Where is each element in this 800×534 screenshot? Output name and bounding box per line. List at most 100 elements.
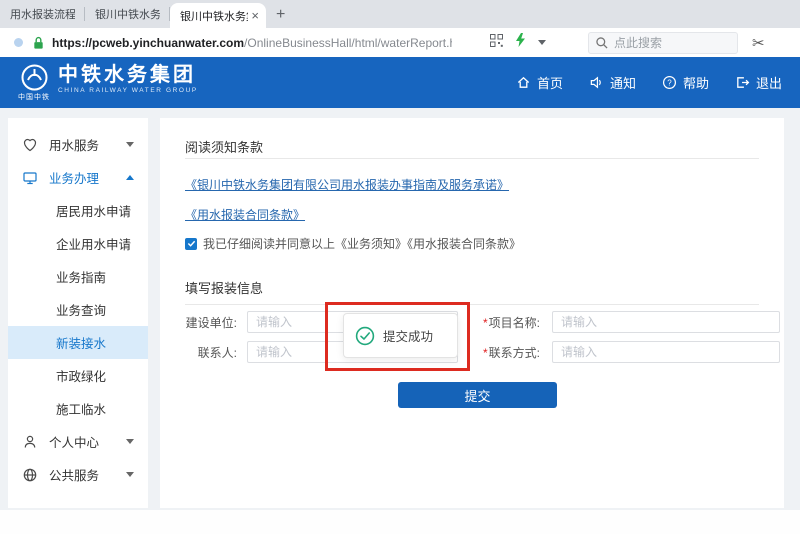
chevron-down-icon[interactable]: [538, 40, 546, 45]
toast-message: 提交成功: [383, 326, 433, 345]
url-input[interactable]: https://pcweb.yinchuanwater.com/OnlineBu…: [52, 36, 452, 50]
check-circle-icon: [355, 326, 375, 346]
sidebar-item-business-handling[interactable]: 业务办理: [8, 161, 148, 194]
agree-text: 我已仔细阅读并同意以上《业务须知》《用水报装合同条款》: [203, 235, 521, 252]
heart-icon: [22, 137, 38, 153]
url-path: /OnlineBusinessHall/html/waterReport.htm…: [244, 36, 452, 50]
monitor-icon: [22, 170, 38, 186]
sidebar-item-enterprise-water-apply[interactable]: 企业用水申请: [8, 227, 148, 260]
company-logo: 中国中铁 中铁水务集团 CHINA RAILWAY WATER GROUP: [18, 64, 198, 102]
sidebar-item-personal-center[interactable]: 个人中心: [8, 425, 148, 458]
sidebar-label: 企业用水申请: [56, 234, 131, 253]
agree-checkbox[interactable]: [185, 238, 197, 250]
page-bottom: [0, 510, 800, 534]
sidebar-label: 个人中心: [49, 432, 126, 451]
crec-emblem: 中国中铁: [18, 64, 50, 102]
project-name-input[interactable]: [552, 311, 780, 333]
screenshot-scissors-icon[interactable]: ✂: [752, 34, 765, 52]
sidebar-label: 公共服务: [49, 465, 126, 484]
field-label-construction-unit: 建设单位:: [160, 314, 247, 331]
user-icon: [22, 434, 38, 450]
logout-icon: [735, 75, 750, 90]
help-icon: ?: [662, 75, 677, 90]
sidebar-label: 业务办理: [49, 168, 126, 187]
svg-text:?: ?: [667, 78, 672, 87]
browser-tab-bar: 用水报装流程_ 银川中铁水务集 银川中铁水务集 × +: [0, 0, 800, 28]
browser-tab-active[interactable]: 银川中铁水务集 ×: [170, 3, 266, 28]
divider: [185, 158, 759, 159]
nav-label: 帮助: [683, 73, 709, 92]
ssl-lock-icon[interactable]: [32, 36, 45, 50]
nav-label: 首页: [537, 73, 563, 92]
site-title: 中铁水务集团: [58, 64, 198, 86]
sidebar-item-resident-water-apply[interactable]: 居民用水申请: [8, 194, 148, 227]
sidebar-menu: 用水服务 业务办理 居民用水申请 企业用水申请 业务指南 业务查询 新装接水: [8, 118, 148, 508]
nav-help[interactable]: ? 帮助: [662, 73, 709, 92]
new-tab-button[interactable]: +: [266, 6, 295, 28]
field-label-project-name: *项目名称:: [458, 314, 552, 331]
main-panel: 阅读须知条款 《银川中铁水务集团有限公司用水报装办事指南及服务承诺》 《用水报装…: [160, 118, 784, 508]
field-label-contact-person: 联系人:: [160, 344, 247, 361]
sidebar-label: 业务指南: [56, 267, 106, 286]
browser-window: 用水报装流程_ 银川中铁水务集 银川中铁水务集 × + https://pcwe…: [0, 0, 800, 534]
contract-terms-link[interactable]: 《用水报装合同条款》: [185, 206, 305, 223]
chevron-up-icon: [126, 175, 134, 180]
form-row-2: 联系人: *联系方式:: [160, 341, 780, 363]
speaker-icon: [589, 75, 604, 90]
url-host: https://pcweb.yinchuanwater.com: [52, 36, 244, 50]
chevron-down-icon: [126, 472, 134, 477]
nav-notifications[interactable]: 通知: [589, 73, 636, 92]
sidebar-item-business-guide[interactable]: 业务指南: [8, 260, 148, 293]
home-icon: [516, 75, 531, 90]
browser-tab-2[interactable]: 银川中铁水务集: [85, 0, 170, 28]
tab-title: 银川中铁水务集: [95, 6, 160, 22]
nav-label: 退出: [756, 73, 782, 92]
site-header: 中国中铁 中铁水务集团 CHINA RAILWAY WATER GROUP 首页: [0, 57, 800, 108]
sidebar-label: 居民用水申请: [56, 201, 131, 220]
contact-method-input[interactable]: [552, 341, 780, 363]
sidebar-item-new-water-connection[interactable]: 新装接水: [8, 326, 148, 359]
nav-home[interactable]: 首页: [516, 73, 563, 92]
sidebar-item-construction-temp-water[interactable]: 施工临水: [8, 392, 148, 425]
nav-logout[interactable]: 退出: [735, 73, 782, 92]
tab-close-icon[interactable]: ×: [248, 9, 262, 22]
site-favicon-dot: [14, 38, 23, 47]
chevron-down-icon: [126, 439, 134, 444]
nav-label: 通知: [610, 73, 636, 92]
site-subtitle: CHINA RAILWAY WATER GROUP: [58, 87, 198, 94]
field-label-contact-method: *联系方式:: [458, 344, 552, 361]
form-section-title: 填写报装信息: [185, 278, 263, 297]
form-row-1: 建设单位: *项目名称:: [160, 311, 780, 333]
agree-row: 我已仔细阅读并同意以上《业务须知》《用水报装合同条款》: [185, 235, 521, 252]
emblem-label: 中国中铁: [18, 92, 50, 102]
search-icon: [596, 37, 608, 49]
success-toast: 提交成功: [343, 313, 458, 358]
sidebar-label: 施工临水: [56, 399, 106, 418]
check-icon: [187, 239, 196, 248]
tab-title: 用水报装流程_: [10, 6, 75, 22]
notice-section-title: 阅读须知条款: [185, 137, 263, 156]
divider: [185, 304, 759, 305]
header-nav: 首页 通知 ? 帮助 退出: [516, 57, 782, 108]
sidebar-label: 新装接水: [56, 333, 106, 352]
required-mark: *: [483, 346, 488, 360]
lightning-icon[interactable]: [515, 33, 526, 52]
globe-icon: [22, 467, 38, 483]
quick-search-box[interactable]: [588, 32, 738, 54]
tab-title: 银川中铁水务集: [180, 8, 248, 24]
sidebar-item-business-query[interactable]: 业务查询: [8, 293, 148, 326]
search-input[interactable]: [614, 36, 724, 50]
emblem-icon: [21, 64, 48, 91]
browser-address-bar: https://pcweb.yinchuanwater.com/OnlineBu…: [0, 28, 800, 57]
sidebar-item-public-services[interactable]: 公共服务: [8, 458, 148, 491]
submit-button[interactable]: 提交: [398, 382, 557, 408]
sidebar-label: 市政绿化: [56, 366, 106, 385]
sidebar-item-water-services[interactable]: 用水服务: [8, 128, 148, 161]
guide-document-link[interactable]: 《银川中铁水务集团有限公司用水报装办事指南及服务承诺》: [185, 176, 509, 193]
sidebar-label: 业务查询: [56, 300, 106, 319]
qr-code-icon[interactable]: [490, 34, 503, 52]
required-mark: *: [483, 316, 488, 330]
sidebar-item-municipal-greening[interactable]: 市政绿化: [8, 359, 148, 392]
browser-tab-1[interactable]: 用水报装流程_: [0, 0, 85, 28]
sidebar-label: 用水服务: [49, 135, 126, 154]
